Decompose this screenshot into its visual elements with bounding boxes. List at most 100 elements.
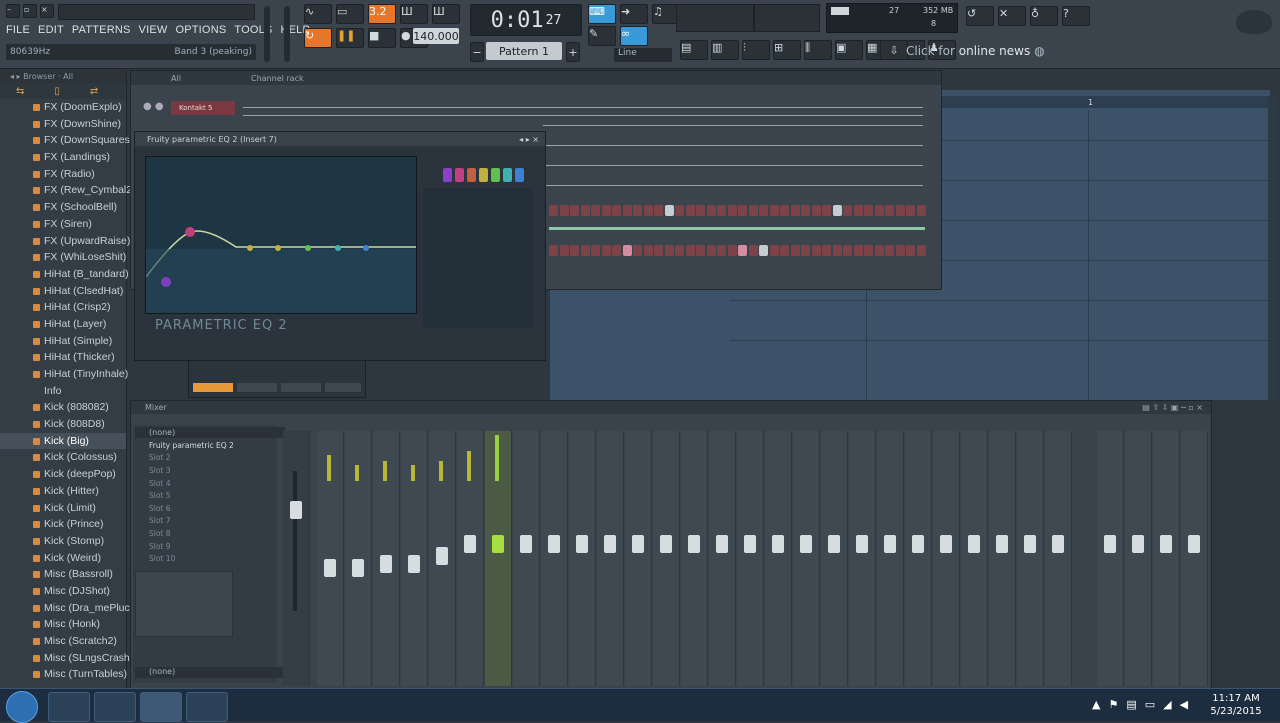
pattern-prev-icon[interactable]: −	[470, 42, 484, 62]
insert-strip[interactable]	[793, 431, 820, 686]
channel-mute-icon[interactable]: ● ●	[143, 101, 164, 112]
insert-strip[interactable]	[765, 431, 792, 686]
insert-strip[interactable]	[541, 431, 568, 686]
channel-rack-header[interactable]: All Channel rack	[131, 71, 941, 85]
channel-button-kontakt[interactable]: Kontakt 5	[171, 101, 235, 115]
band-button[interactable]	[515, 168, 524, 182]
eq-mini-graph[interactable]	[135, 571, 233, 637]
insert-strip[interactable]	[345, 431, 372, 686]
browser-item-info[interactable]: Info	[0, 383, 126, 400]
browser-item[interactable]: Misc (Scratch2)	[0, 633, 126, 650]
flag-icon[interactable]: ⚑	[1108, 698, 1118, 711]
track-slot-selected[interactable]	[193, 383, 233, 392]
fader[interactable]	[604, 535, 616, 553]
band-button[interactable]	[491, 168, 500, 182]
fader[interactable]	[660, 535, 672, 553]
browser-icon[interactable]: ⊞	[773, 40, 801, 60]
snap-selector[interactable]: Line	[614, 48, 672, 62]
master-fader[interactable]	[290, 501, 302, 519]
browser-item[interactable]: Kick (deepPop)	[0, 466, 126, 483]
channel-filter[interactable]: All	[171, 74, 181, 83]
fader[interactable]	[940, 535, 952, 553]
browser-item[interactable]: Misc (DJShot)	[0, 583, 126, 600]
mixer-icon[interactable]: ⫼	[804, 40, 832, 60]
effect-slot[interactable]: Slot 5	[135, 489, 271, 502]
fader[interactable]	[772, 535, 784, 553]
eq-titlebar[interactable]: Fruity parametric EQ 2 (Insert 7) ◂ ▸ ×	[135, 132, 545, 146]
eq-band-1-handle[interactable]	[185, 227, 195, 237]
microphone-icon[interactable]: ♁	[1030, 6, 1058, 26]
expand-icon[interactable]: ⇄	[90, 86, 98, 97]
insert-strip[interactable]	[905, 431, 932, 686]
band-button[interactable]	[479, 168, 488, 182]
browser-item[interactable]: Kick (Colossus)	[0, 449, 126, 466]
browser-item[interactable]: FX (UpwardRaise)	[0, 233, 130, 250]
typing-keyboard-icon[interactable]: ⌨	[588, 4, 616, 24]
fader[interactable]	[548, 535, 560, 553]
fader[interactable]	[828, 535, 840, 553]
band-button[interactable]	[503, 168, 512, 182]
insert-strip[interactable]	[849, 431, 876, 686]
effect-slot[interactable]: Slot 4	[135, 477, 271, 490]
tape-icon[interactable]: ▭	[336, 4, 364, 24]
insert-strip-selected[interactable]	[485, 431, 512, 686]
menu-edit[interactable]: EDIT	[38, 24, 64, 36]
fader[interactable]	[1132, 535, 1144, 553]
fader[interactable]	[1052, 535, 1064, 553]
insert-strip[interactable]	[317, 431, 344, 686]
help-icon[interactable]: ?	[1062, 6, 1090, 26]
browser-item[interactable]: Misc (Bassroll)	[0, 566, 126, 583]
effect-slot[interactable]: Slot 10	[135, 552, 271, 565]
insert-strip[interactable]	[933, 431, 960, 686]
browser-item[interactable]: HiHat (Simple)	[0, 333, 126, 350]
menu-file[interactable]: FILE	[6, 24, 30, 36]
camtasia-taskbar-icon[interactable]	[186, 692, 228, 722]
playlist-scrollbar[interactable]	[1268, 96, 1278, 400]
band-button[interactable]	[455, 168, 464, 182]
insert-strip[interactable]	[1017, 431, 1044, 686]
fl-studio-taskbar-icon[interactable]	[140, 692, 182, 722]
media-taskbar-icon[interactable]	[94, 692, 136, 722]
browser-item[interactable]: HiHat (B_tandard)	[0, 266, 129, 283]
fader[interactable]	[1160, 535, 1172, 553]
volume-icon[interactable]: ◀	[1180, 698, 1188, 711]
insert-strip[interactable]	[569, 431, 596, 686]
menu-options[interactable]: OPTIONS	[175, 24, 226, 36]
effect-slot[interactable]: Slot 3	[135, 464, 271, 477]
browser-item[interactable]: FX (DownShine)	[0, 116, 126, 133]
taskbar-clock[interactable]: 11:17 AM 5/23/2015	[1196, 692, 1276, 718]
insert-strip[interactable]	[709, 431, 736, 686]
browser-item[interactable]: Kick (Limit)	[0, 500, 126, 517]
fader[interactable]	[632, 535, 644, 553]
step-row-2[interactable]	[549, 245, 927, 256]
browser-item[interactable]: FX (Radio)	[0, 166, 126, 183]
track-slot[interactable]	[325, 383, 361, 392]
playlist-icon[interactable]: ▤	[680, 40, 708, 60]
download-icon[interactable]: ⇩	[880, 40, 908, 60]
fader[interactable]	[436, 547, 448, 565]
eq-band-6-handle[interactable]	[363, 245, 369, 251]
loop-record-icon[interactable]: Ш	[432, 4, 460, 24]
effect-slot[interactable]: Slot 8	[135, 527, 271, 540]
fader[interactable]	[520, 535, 532, 553]
browser-item[interactable]: Kick (808D8)	[0, 416, 126, 433]
browser-item[interactable]: Misc (Dra_mePluck)	[0, 600, 139, 617]
insert-strip[interactable]	[457, 431, 484, 686]
band-button[interactable]	[467, 168, 476, 182]
online-news-link[interactable]: Click for online news ◍	[906, 42, 1046, 60]
browser-item[interactable]: FX (WhiLoseShit)	[0, 249, 126, 266]
insert-strip[interactable]	[429, 431, 456, 686]
insert-strip[interactable]	[653, 431, 680, 686]
undo-icon[interactable]: ↺	[966, 6, 994, 26]
tempo-display[interactable]: 140.000	[413, 28, 459, 44]
explorer-taskbar-icon[interactable]	[48, 692, 90, 722]
fader[interactable]	[800, 535, 812, 553]
browser-item[interactable]: HiHat (Thicker)	[0, 349, 126, 366]
send-strip[interactable]	[1125, 431, 1152, 686]
insert-strip[interactable]	[1045, 431, 1072, 686]
minimize-icon[interactable]: –	[6, 4, 20, 18]
insert-strip[interactable]	[625, 431, 652, 686]
fader[interactable]	[856, 535, 868, 553]
start-button-icon[interactable]	[6, 691, 38, 723]
fader[interactable]	[1024, 535, 1036, 553]
